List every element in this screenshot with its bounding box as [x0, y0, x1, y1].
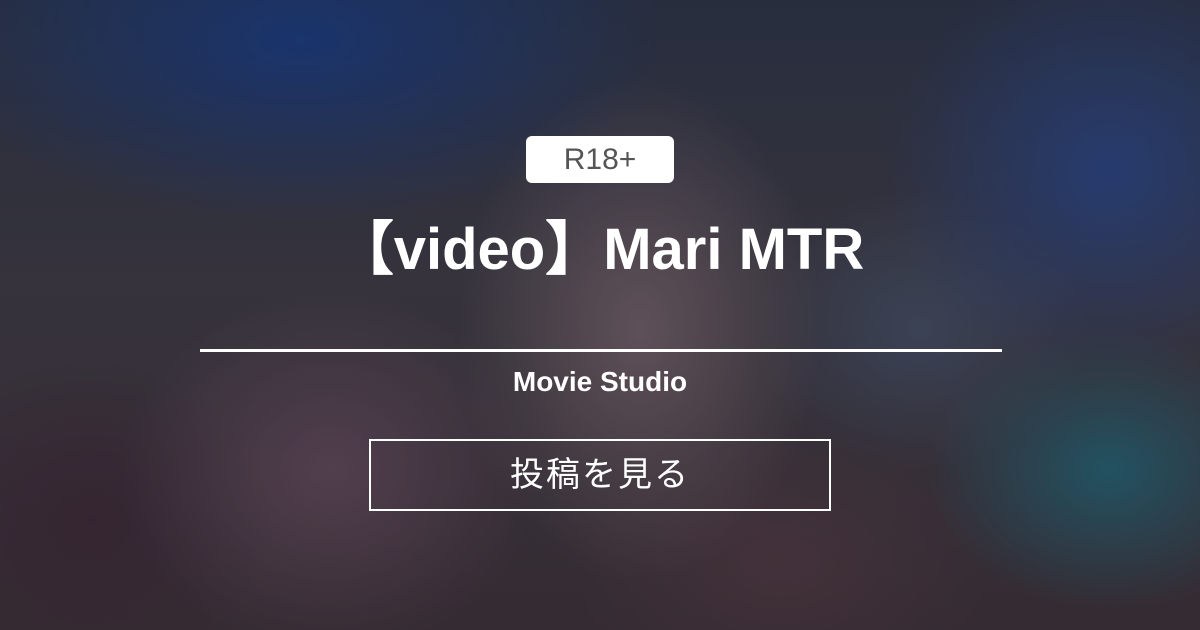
age-rating-badge: R18+ [526, 136, 674, 183]
divider [200, 349, 1002, 352]
share-card: R18+ 【video】Mari MTR Movie Studio 投稿を見る [0, 0, 1200, 630]
creator-name[interactable]: Movie Studio [300, 364, 900, 400]
post-title: 【video】Mari MTR [335, 217, 865, 282]
view-post-button[interactable]: 投稿を見る [369, 439, 831, 511]
